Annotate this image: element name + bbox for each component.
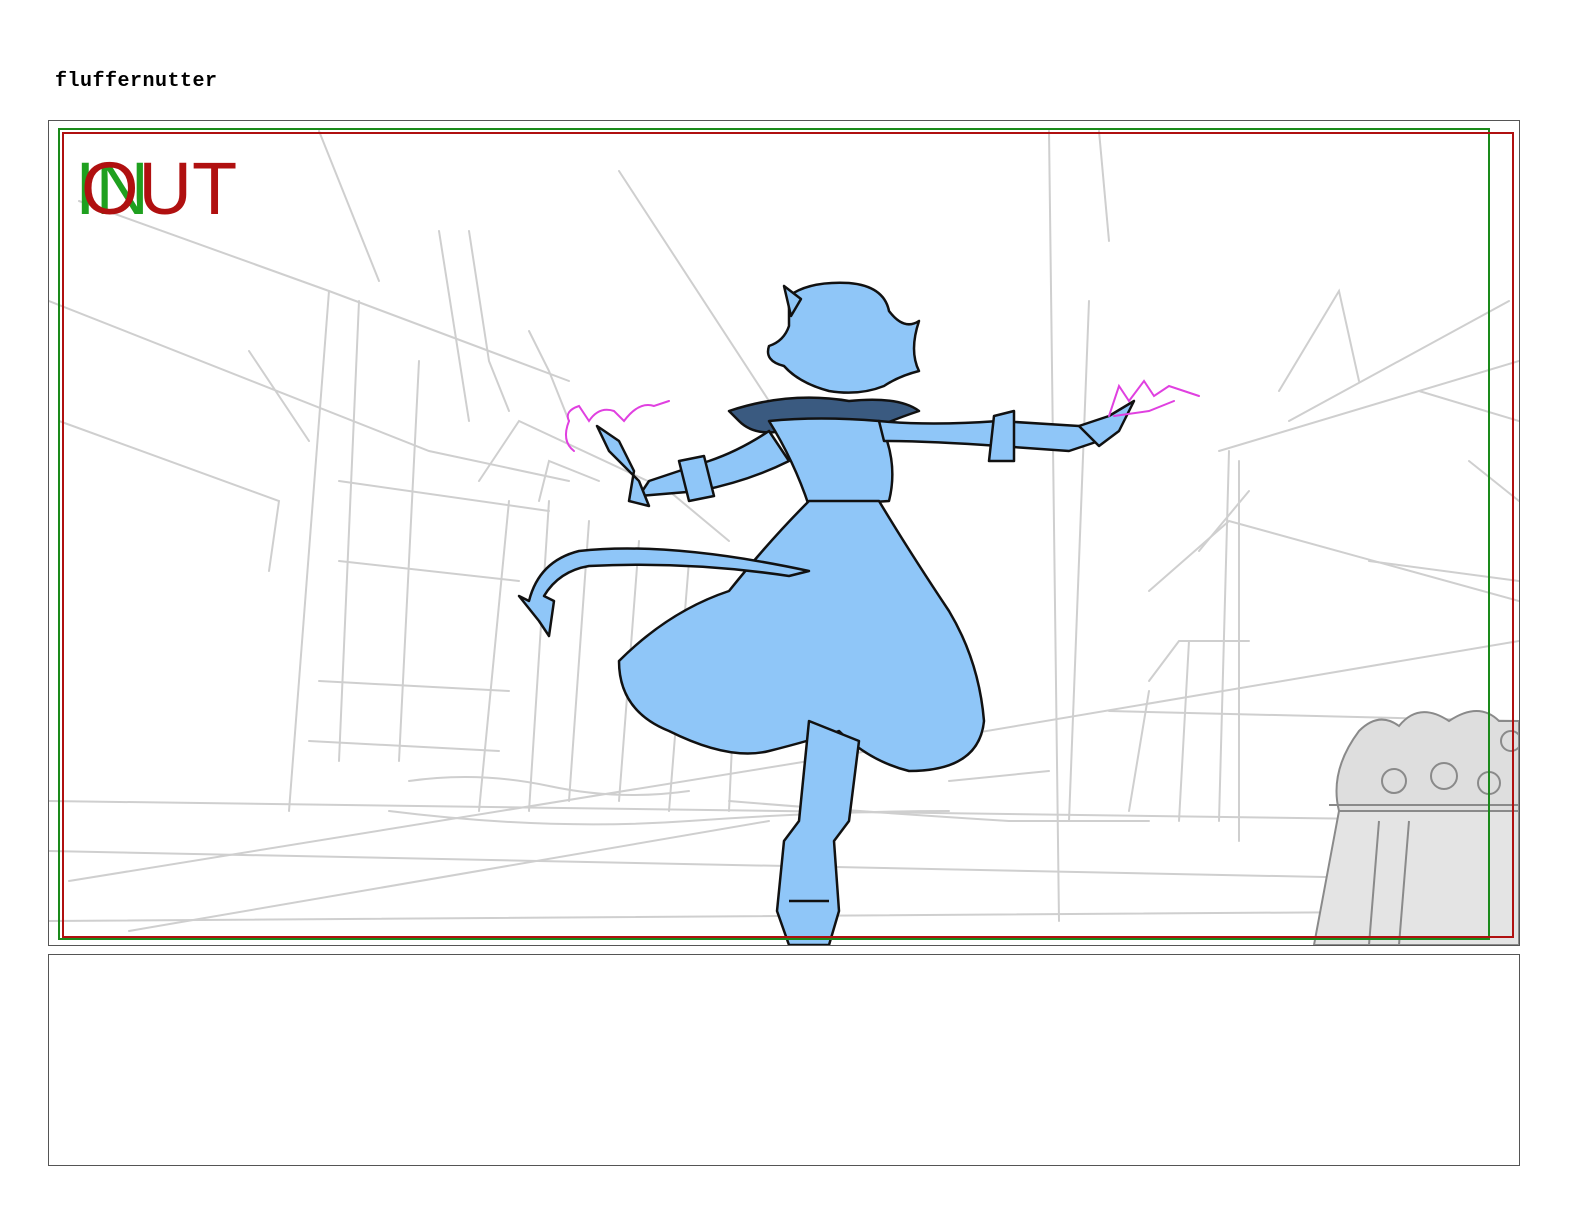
in-out-marker: IN OUT xyxy=(75,149,255,229)
project-title: fluffernutter xyxy=(55,70,218,93)
panel-drawing xyxy=(49,128,1519,945)
notes-box[interactable] xyxy=(48,954,1520,1166)
storyboard-panel[interactable]: IN OUT xyxy=(48,120,1520,946)
marker-out-label: OUT xyxy=(81,147,238,230)
character-figure xyxy=(517,281,1136,945)
